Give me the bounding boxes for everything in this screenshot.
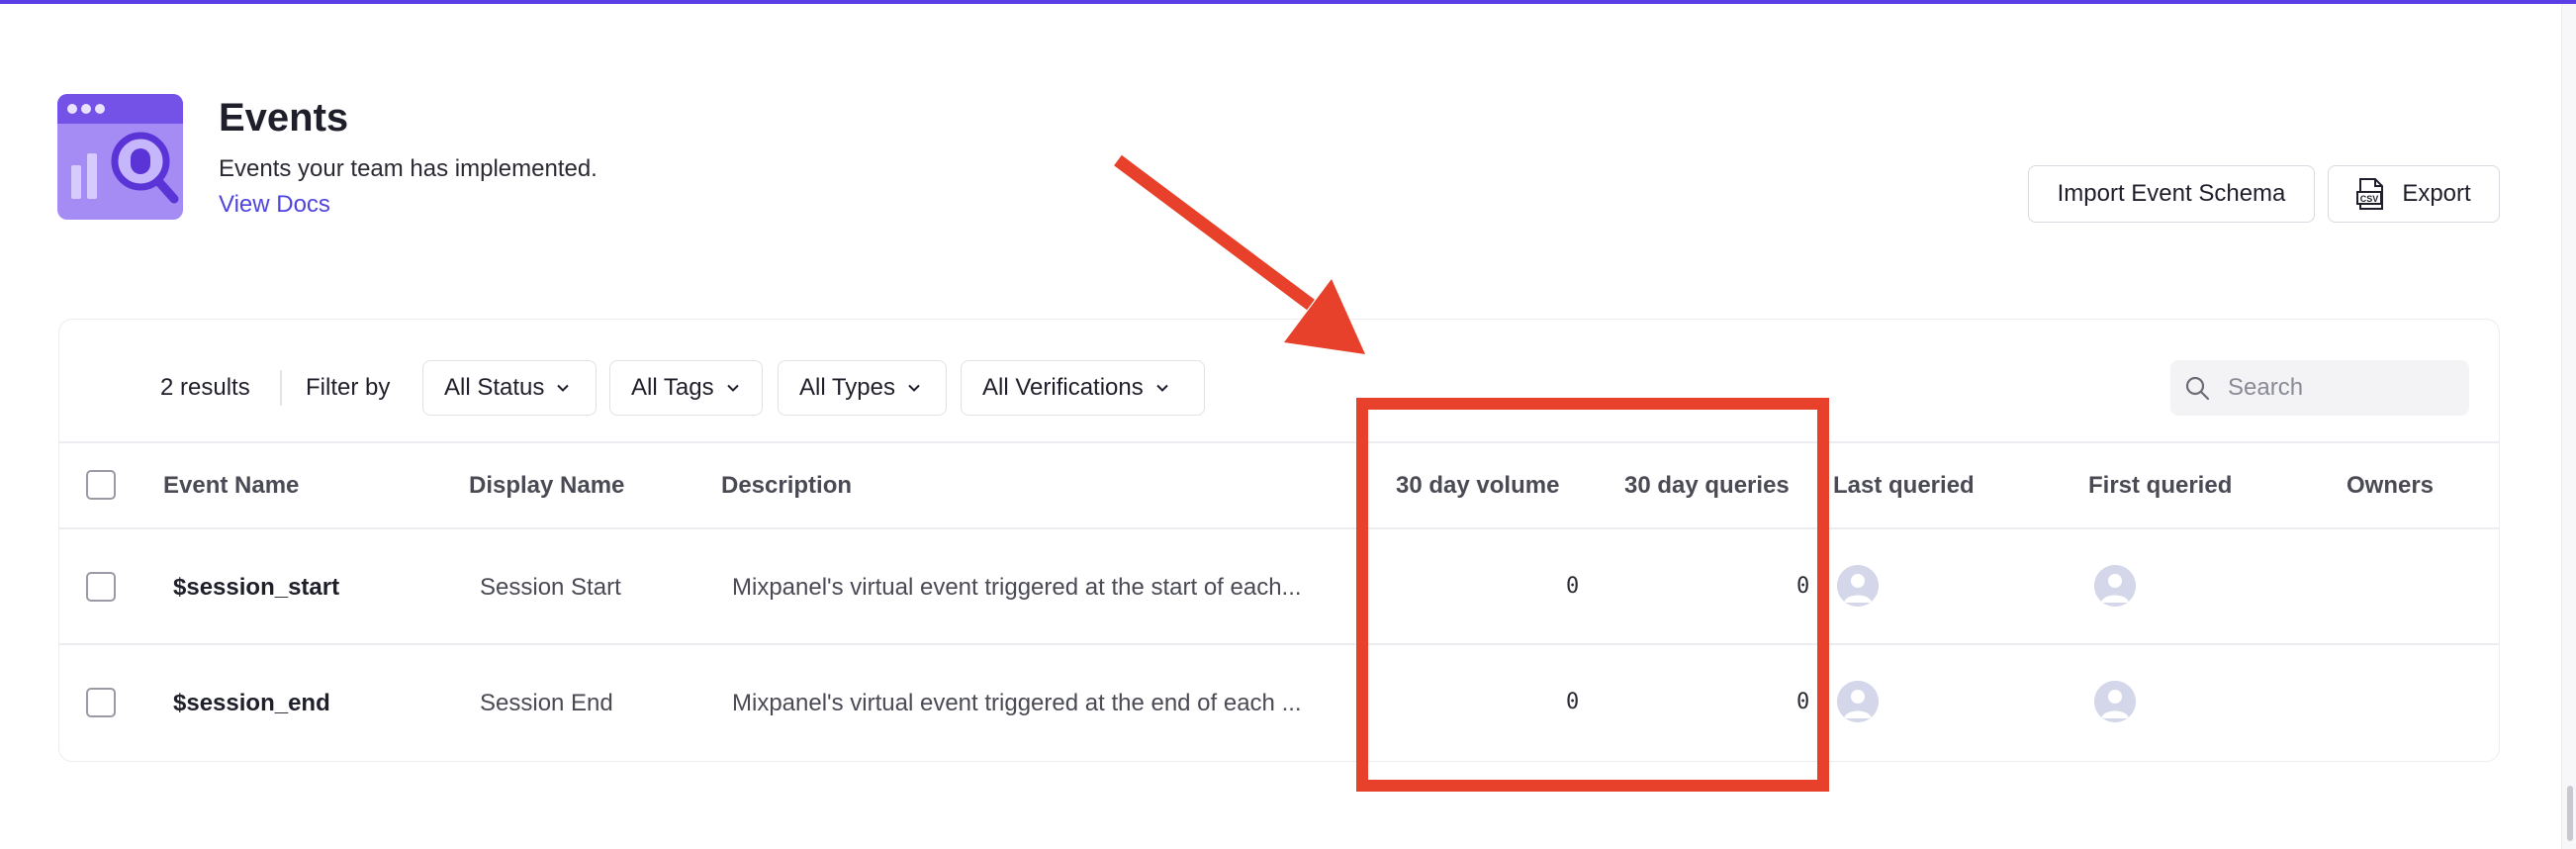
column-header-first-queried[interactable]: First queried (2088, 472, 2232, 500)
user-avatar-icon (2094, 565, 2136, 607)
description-cell: Mixpanel's virtual event triggered at th… (732, 690, 1302, 716)
user-avatar-icon (1837, 565, 1879, 607)
page-subtitle: Events your team has implemented. (219, 155, 598, 182)
chevron-down-icon (557, 384, 570, 392)
search-icon (2185, 376, 2210, 401)
svg-text:CSV: CSV (2360, 194, 2379, 204)
column-header-owners[interactable]: Owners (2346, 472, 2434, 500)
column-header-last-queried[interactable]: Last queried (1833, 472, 1975, 500)
row-checkbox[interactable] (86, 688, 116, 717)
search-box[interactable] (2170, 360, 2469, 416)
queries-cell: 0 (1796, 690, 1810, 714)
volume-cell: 0 (1566, 574, 1580, 599)
view-docs-link[interactable]: View Docs (219, 191, 330, 219)
header-divider (59, 527, 2499, 529)
csv-file-icon: CSV (2356, 178, 2384, 210)
export-button[interactable]: CSV Export (2328, 165, 2500, 223)
column-header-30-day-volume[interactable]: 30 day volume (1396, 472, 1559, 500)
verifications-filter-dropdown[interactable]: All Verifications (961, 360, 1205, 416)
event-name-cell[interactable]: $session_end (173, 690, 330, 717)
queries-cell: 0 (1796, 574, 1810, 599)
status-filter-label: All Status (444, 374, 545, 401)
tags-filter-label: All Tags (631, 374, 714, 401)
column-header-description[interactable]: Description (721, 472, 852, 500)
column-header-30-day-queries[interactable]: 30 day queries (1624, 472, 1790, 500)
display-name-cell: Session End (480, 690, 613, 716)
column-header-display-name[interactable]: Display Name (469, 472, 624, 500)
results-count: 2 results (160, 374, 250, 401)
user-avatar-icon (2094, 681, 2136, 722)
types-filter-label: All Types (799, 374, 895, 401)
status-filter-dropdown[interactable]: All Status (422, 360, 597, 416)
page-title: Events (219, 96, 349, 140)
user-avatar-icon (1837, 681, 1879, 722)
volume-cell: 0 (1566, 690, 1580, 714)
import-event-schema-button[interactable]: Import Event Schema (2028, 165, 2315, 223)
export-button-label: Export (2402, 180, 2471, 207)
scrollbar[interactable] (2561, 4, 2576, 849)
row-checkbox[interactable] (86, 572, 116, 602)
search-input[interactable] (2226, 373, 2447, 403)
column-header-event-name[interactable]: Event Name (163, 472, 299, 500)
event-name-cell[interactable]: $session_start (173, 574, 339, 602)
tags-filter-dropdown[interactable]: All Tags (609, 360, 763, 416)
chevron-down-icon (726, 384, 739, 392)
select-all-checkbox[interactable] (86, 470, 116, 500)
description-cell: Mixpanel's virtual event triggered at th… (732, 574, 1302, 601)
types-filter-dropdown[interactable]: All Types (778, 360, 947, 416)
filter-label: Filter by (306, 374, 391, 401)
import-button-label: Import Event Schema (2057, 180, 2286, 207)
filter-divider (280, 370, 282, 406)
row-divider (59, 643, 2499, 645)
verifications-filter-label: All Verifications (982, 374, 1144, 401)
toolbar-divider (59, 441, 2499, 443)
events-icon (57, 94, 183, 220)
scrollbar-thumb[interactable] (2567, 786, 2573, 841)
display-name-cell: Session Start (480, 574, 621, 601)
chevron-down-icon (1156, 384, 1168, 392)
chevron-down-icon (908, 384, 920, 392)
top-accent-bar (0, 0, 2576, 4)
